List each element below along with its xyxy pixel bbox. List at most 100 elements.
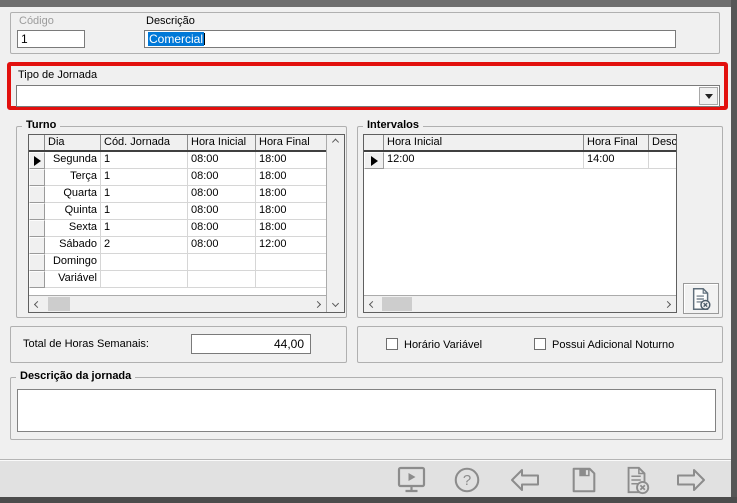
adicional-noturno-checkbox[interactable] bbox=[534, 338, 546, 350]
total-label: Total de Horas Semanais: bbox=[23, 338, 149, 350]
current-row-marker-icon bbox=[34, 156, 41, 166]
combobox-value bbox=[17, 86, 719, 90]
table-row[interactable]: Terça 1 08:00 18:00 bbox=[29, 169, 326, 186]
turno-grid: Dia Cód. Jornada Hora Inicial Hora Final… bbox=[28, 134, 345, 313]
col-desc[interactable]: Desc bbox=[649, 135, 676, 150]
delete-interval-button[interactable] bbox=[683, 283, 719, 314]
cell-cod bbox=[101, 271, 188, 288]
indicator-header-cell bbox=[364, 135, 384, 150]
col-hora-final[interactable]: Hora Final bbox=[256, 135, 326, 150]
text-caret bbox=[204, 33, 205, 45]
scroll-thumb[interactable] bbox=[48, 297, 70, 311]
table-row[interactable]: Quinta 1 08:00 18:00 bbox=[29, 203, 326, 220]
codigo-label: Código bbox=[19, 15, 54, 27]
cell-dia: Domingo bbox=[45, 254, 101, 271]
cell-desc bbox=[649, 152, 676, 169]
current-row-indicator bbox=[29, 152, 45, 169]
table-row[interactable]: Variável bbox=[29, 271, 326, 288]
scroll-left-icon[interactable] bbox=[364, 296, 381, 312]
monitor-play-button[interactable] bbox=[395, 464, 429, 496]
scroll-track[interactable] bbox=[46, 296, 309, 312]
col-hora-inicial[interactable]: Hora Inicial bbox=[384, 135, 584, 150]
col-dia[interactable]: Dia bbox=[45, 135, 101, 150]
turno-grid-header: Dia Cód. Jornada Hora Inicial Hora Final bbox=[29, 135, 326, 152]
cell-cod: 1 bbox=[101, 186, 188, 203]
table-row[interactable]: Sexta 1 08:00 18:00 bbox=[29, 220, 326, 237]
cell-cod: 1 bbox=[101, 203, 188, 220]
scroll-right-icon[interactable] bbox=[659, 296, 676, 312]
current-row-indicator bbox=[364, 152, 384, 169]
previous-record-button[interactable] bbox=[508, 464, 542, 496]
table-row[interactable]: Segunda 1 08:00 18:00 bbox=[29, 152, 326, 169]
descricao-label: Descrição bbox=[146, 15, 195, 27]
table-row[interactable]: Quarta 1 08:00 18:00 bbox=[29, 186, 326, 203]
descricao-input[interactable]: Comercial bbox=[144, 30, 676, 48]
col-hora-inicial[interactable]: Hora Inicial bbox=[188, 135, 256, 150]
cell-final: 18:00 bbox=[256, 203, 326, 220]
cell-dia: Quarta bbox=[45, 186, 101, 203]
help-button[interactable]: ? bbox=[450, 464, 484, 496]
total-groupbox: Total de Horas Semanais: 44,00 bbox=[10, 326, 347, 363]
cell-dia: Quinta bbox=[45, 203, 101, 220]
cell-dia: Sexta bbox=[45, 220, 101, 237]
save-icon bbox=[569, 465, 599, 495]
cell-cod: 1 bbox=[101, 169, 188, 186]
cell-dia: Segunda bbox=[45, 152, 101, 169]
scroll-left-icon[interactable] bbox=[29, 296, 46, 312]
grid-empty-area bbox=[29, 288, 326, 295]
cell-cod: 1 bbox=[101, 220, 188, 237]
cell-cod: 2 bbox=[101, 237, 188, 254]
window-frame-top bbox=[0, 0, 737, 7]
row-indicator bbox=[29, 203, 45, 220]
scroll-thumb[interactable] bbox=[382, 297, 412, 311]
next-record-button[interactable] bbox=[674, 464, 708, 496]
bottom-toolbar: ? bbox=[0, 461, 731, 497]
turno-horizontal-scrollbar[interactable] bbox=[29, 295, 326, 312]
cell-final bbox=[256, 254, 326, 271]
cell-dia: Terça bbox=[45, 169, 101, 186]
cell-final: 18:00 bbox=[256, 152, 326, 169]
indicator-header-cell bbox=[29, 135, 45, 150]
table-row[interactable]: 12:00 14:00 bbox=[364, 152, 676, 169]
save-button[interactable] bbox=[567, 464, 601, 496]
arrow-left-icon bbox=[509, 464, 541, 496]
window-frame-bottom bbox=[0, 497, 737, 503]
jornada-form-window: Código 1 Descrição Comercial Tipo de Jor… bbox=[0, 0, 737, 503]
total-input[interactable]: 44,00 bbox=[191, 334, 311, 354]
current-row-marker-icon bbox=[371, 156, 378, 166]
row-indicator bbox=[29, 169, 45, 186]
intervalos-horizontal-scrollbar[interactable] bbox=[364, 295, 676, 312]
scroll-up-icon[interactable] bbox=[327, 135, 344, 152]
cell-final bbox=[256, 271, 326, 288]
document-delete-icon bbox=[622, 465, 652, 495]
window-frame-right bbox=[731, 0, 737, 503]
horario-variavel-checkbox[interactable] bbox=[386, 338, 398, 350]
row-indicator bbox=[29, 237, 45, 254]
codigo-input[interactable]: 1 bbox=[17, 30, 85, 48]
descricao-jornada-memo[interactable] bbox=[17, 389, 716, 432]
document-delete-icon bbox=[690, 287, 712, 311]
intervalos-grid: Hora Inicial Hora Final Desc 12:00 14:00 bbox=[363, 134, 677, 313]
scroll-right-icon[interactable] bbox=[309, 296, 326, 312]
table-row[interactable]: Domingo bbox=[29, 254, 326, 271]
adicional-noturno-label[interactable]: Possui Adicional Noturno bbox=[552, 339, 674, 351]
cell-inicial bbox=[188, 254, 256, 271]
intervalos-grid-header: Hora Inicial Hora Final Desc bbox=[364, 135, 676, 152]
cell-inicial: 08:00 bbox=[188, 152, 256, 169]
cell-inicial: 12:00 bbox=[384, 152, 584, 169]
flags-groupbox: Horário Variável Possui Adicional Noturn… bbox=[357, 326, 723, 363]
delete-record-button[interactable] bbox=[620, 464, 654, 496]
col-hora-final[interactable]: Hora Final bbox=[584, 135, 649, 150]
cell-dia: Variável bbox=[45, 271, 101, 288]
grid-empty-area bbox=[364, 169, 676, 295]
cell-inicial bbox=[188, 271, 256, 288]
turno-vertical-scrollbar[interactable] bbox=[326, 135, 344, 312]
scroll-down-icon[interactable] bbox=[327, 295, 344, 312]
horario-variavel-label[interactable]: Horário Variável bbox=[404, 339, 482, 351]
table-row[interactable]: Sábado 2 08:00 12:00 bbox=[29, 237, 326, 254]
selected-text: Comercial bbox=[148, 32, 204, 46]
col-cod-jornada[interactable]: Cód. Jornada bbox=[101, 135, 188, 150]
tipo-jornada-combobox[interactable] bbox=[16, 85, 720, 107]
scroll-track[interactable] bbox=[381, 296, 659, 312]
combobox-dropdown-button[interactable] bbox=[699, 87, 718, 105]
